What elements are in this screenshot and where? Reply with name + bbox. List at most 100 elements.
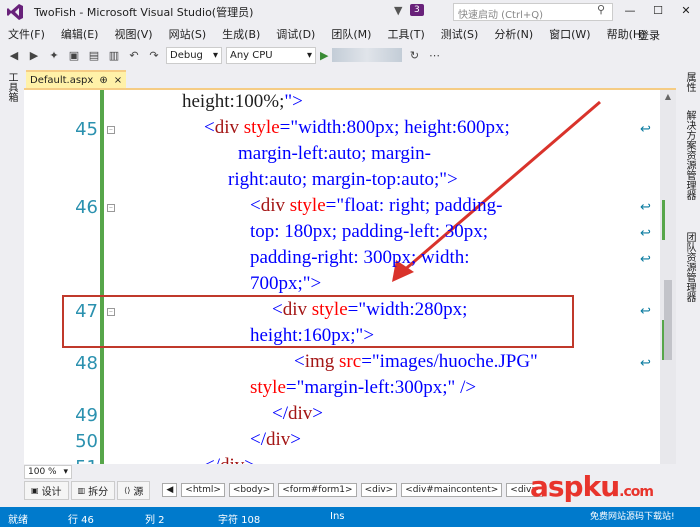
save-all-icon[interactable]: ▥ [106,49,122,62]
status-mode: Ins [330,511,345,522]
breadcrumb-item[interactable]: <body> [228,483,275,497]
word-wrap-icon: ↩ [640,121,651,136]
config-select[interactable]: Debug ▾ [166,46,222,64]
toolbar-more-icon[interactable]: ⋯ [426,49,442,62]
search-icon[interactable]: ⚲ [590,3,612,21]
menu-item[interactable]: 编辑(E) [61,26,99,42]
window-title: TwoFish - Microsoft Visual Studio(管理员) [34,6,254,19]
redo-icon[interactable]: ↷ [146,49,162,62]
new-project-icon[interactable]: ✦ [46,49,62,62]
fold-toggle-icon[interactable]: − [107,204,115,212]
breadcrumb-item[interactable]: <form#form1> [278,483,357,497]
right-sidebar-tab[interactable]: 属性 [682,72,697,92]
save-icon[interactable]: ▤ [86,49,102,62]
left-sidebar: 工具箱 [0,66,24,480]
maximize-button[interactable]: ☐ [644,0,672,22]
line-number: 48 [75,353,98,374]
browser-target-blurred[interactable] [332,48,403,62]
code-token: > [292,91,303,112]
quick-launch-input[interactable]: 快速启动 (Ctrl+Q) [453,3,613,21]
start-debug-icon[interactable]: ▶ [320,49,328,62]
code-token: div [260,195,290,216]
zoom-select[interactable]: 100 % ▾ [24,465,72,479]
code-line[interactable]: 45 − <div style="width:800px; height:600px… [24,117,660,143]
code-line[interactable]: height:160px;"> [24,325,660,351]
right-sidebar: 属性解决方案资源管理器团队资源管理器 [676,66,700,480]
scroll-up-icon[interactable]: ▲ [662,92,674,102]
code-text: height:100%;"> [182,91,303,113]
refresh-icon[interactable]: ↻ [406,49,422,62]
platform-select[interactable]: Any CPU ▾ [226,46,316,64]
code-line[interactable]: 46 − <div style="float: right; padding- ↩ [24,195,660,221]
document-tab-default-aspx[interactable]: Default.aspx ⊕ × [26,70,127,88]
code-token: top: 180px; padding-left: 30px; [250,221,489,242]
code-line[interactable]: 700px;"> [24,273,660,299]
code-line[interactable]: 49 </div> [24,403,660,429]
login-link[interactable]: 登录 [638,27,660,43]
notification-badge[interactable]: 3 [410,4,424,16]
code-token: div [288,403,313,424]
fold-toggle-icon[interactable]: − [107,308,115,316]
code-text: padding-right: 300px; width: [250,247,470,269]
code-token: > [363,325,375,346]
pin-icon[interactable]: ⊕ [99,75,107,86]
code-token: height:160px;" [250,325,364,346]
menu-item[interactable]: 网站(S) [169,26,207,42]
close-tab-icon[interactable]: × [114,75,122,86]
menu-item[interactable]: 测试(S) [441,26,479,42]
open-icon[interactable]: ▣ [66,49,82,62]
word-wrap-icon: ↩ [640,225,651,240]
undo-icon[interactable]: ↶ [126,49,142,62]
code-token: > [310,273,322,294]
menu-item[interactable]: 视图(V) [114,26,152,42]
view-tab[interactable]: ▥ 拆分 [70,480,116,500]
view-tab[interactable]: ▣ 设计 [24,480,69,500]
right-sidebar-tab[interactable]: 团队资源管理器 [682,232,697,302]
word-wrap-icon: ↩ [640,251,651,266]
code-token: < [294,351,305,372]
view-tab[interactable]: ⟨⟩ 源 [117,480,151,500]
breadcrumb-item[interactable]: <div> [360,483,398,497]
breadcrumb-item[interactable]: <div#maincontent> [401,483,503,497]
code-token: style [311,299,348,320]
code-line[interactable]: 47 − <div style="width:280px; ↩ [24,299,660,325]
code-token: margin-left:auto; margin- [238,143,431,164]
scrollbar-thumb[interactable] [664,280,672,360]
menu-item[interactable]: 窗口(W) [549,26,590,42]
code-line[interactable]: 48 <img src="images/huoche.JPG" ↩ [24,351,660,377]
menu-item[interactable]: 团队(M) [331,26,371,42]
code-token: padding-right: 300px; width: [250,247,470,268]
code-line[interactable]: right:auto; margin-top:auto;"> [24,169,660,195]
code-token: style [250,377,286,398]
visual-studio-logo-icon [4,1,26,23]
fold-toggle-icon[interactable]: − [107,126,115,134]
menu-item[interactable]: 调试(D) [276,26,315,42]
code-line[interactable]: 50 </div> [24,429,660,455]
minimize-button[interactable]: — [616,0,644,22]
config-value: Debug [170,49,203,61]
code-text: style="margin-left:300px;" /> [250,377,476,399]
menu-item[interactable]: 文件(F) [8,26,45,42]
toolbox-tab[interactable]: 工具箱 [4,72,19,102]
code-editor[interactable]: height:100%;"> 45− <div style="width:800px… [24,90,660,464]
code-text: <div style="float: right; padding- [250,195,502,217]
breadcrumb-prev-icon[interactable]: ◀ [162,483,178,497]
code-line[interactable]: height:100%;"> [24,91,660,117]
menu-item[interactable]: 工具(T) [387,26,424,42]
code-line[interactable]: top: 180px; padding-left: 30px; ↩ [24,221,660,247]
close-button[interactable]: ✕ [672,0,700,22]
filter-icon[interactable]: ▼ [394,4,402,17]
vertical-scrollbar[interactable]: ▲ [660,90,676,464]
code-line[interactable]: padding-right: 300px; width: ↩ [24,247,660,273]
breadcrumb-item[interactable]: <html> [181,483,225,497]
code-line[interactable]: style="margin-left:300px;" /> [24,377,660,403]
line-number: 47 [75,301,98,322]
forward-icon[interactable]: ▶ [26,49,42,62]
right-sidebar-tab[interactable]: 解决方案资源管理器 [682,110,697,200]
menu-item[interactable]: 分析(N) [494,26,533,42]
menu-item[interactable]: 生成(B) [222,26,260,42]
back-icon[interactable]: ◀ [6,49,22,62]
code-line[interactable]: margin-left:auto; margin- [24,143,660,169]
line-number: 45 [75,119,98,140]
code-line[interactable]: 51 </div> [24,455,660,464]
